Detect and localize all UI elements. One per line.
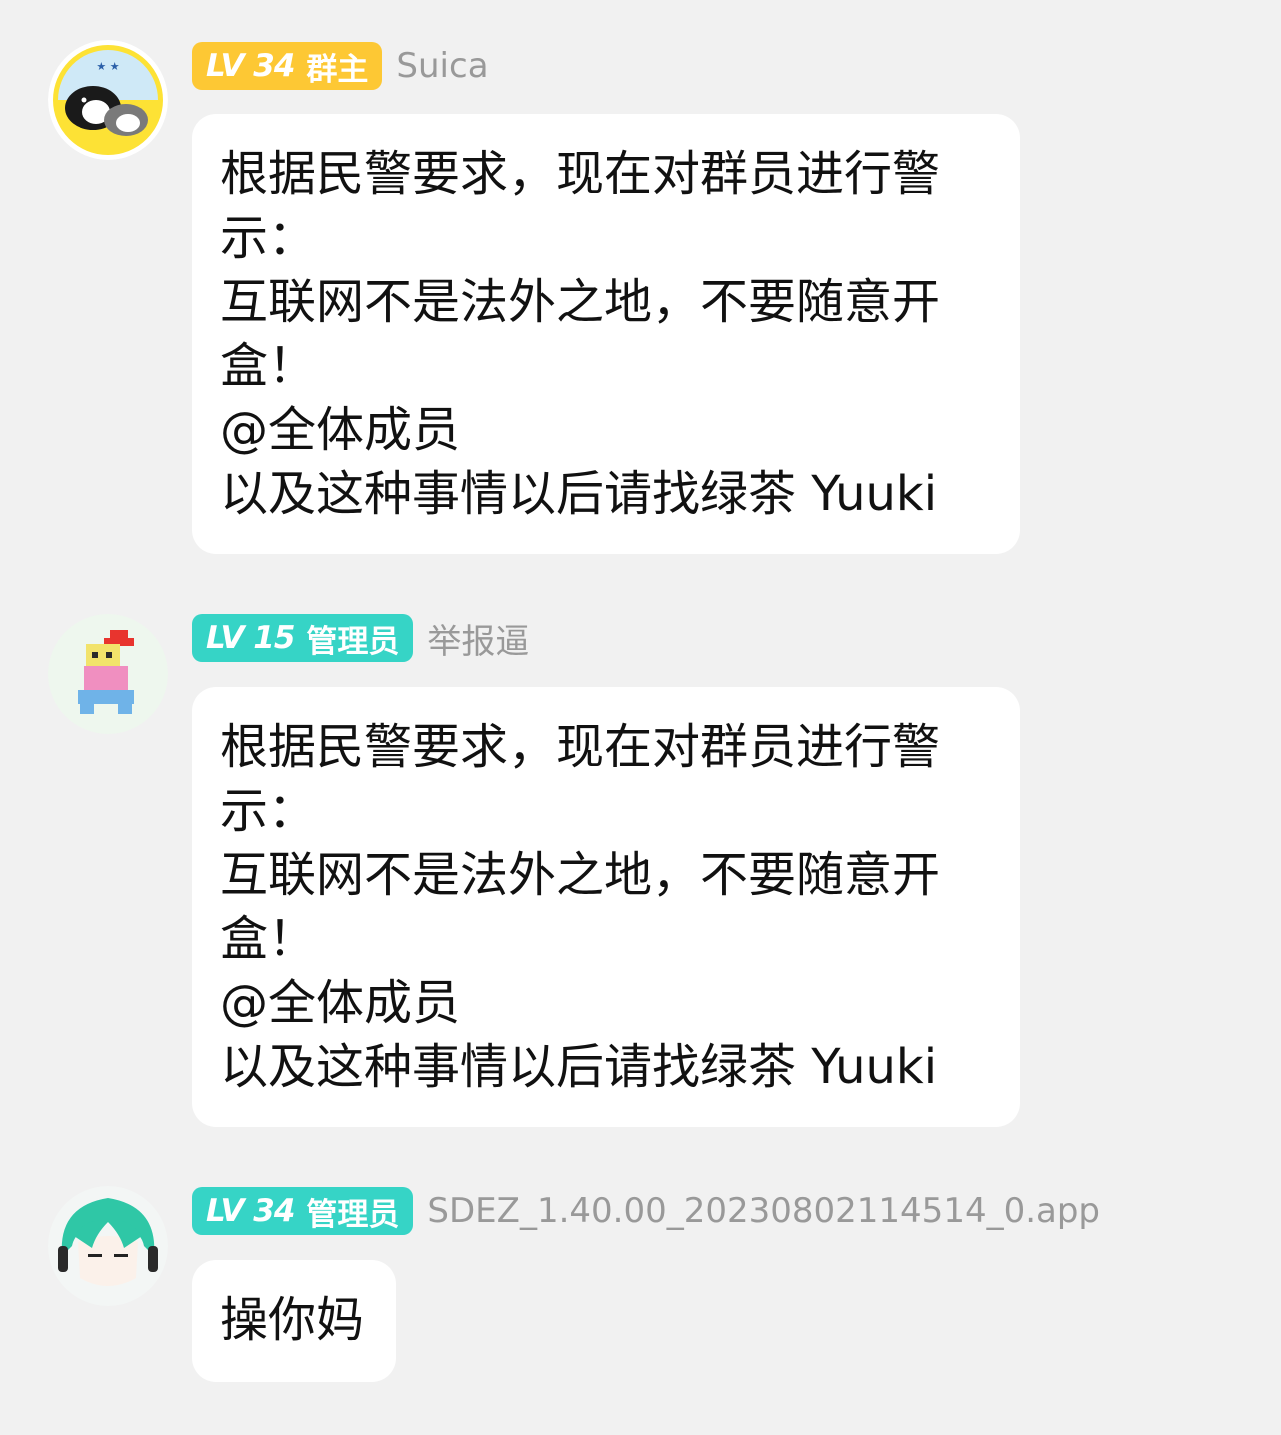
message-bubble[interactable]: 根据民警要求，现在对群员进行警 示： 互联网不是法外之地，不要随意开 盒！ @全… xyxy=(192,114,1020,554)
message-bubble[interactable]: 根据民警要求，现在对群员进行警 示： 互联网不是法外之地，不要随意开 盒！ @全… xyxy=(192,687,1020,1127)
message-line: 以及这种事情以后请找绿茶 Yuuki xyxy=(220,1039,938,1095)
level-badge: LV 34 管理员 xyxy=(192,1187,414,1235)
sender-name[interactable]: Suica xyxy=(396,46,488,86)
level-text: LV 15 xyxy=(206,620,295,656)
message-line: @全体成员 xyxy=(220,975,461,1031)
role-text: 群主 xyxy=(306,51,369,88)
sender-name[interactable]: SDEZ_1.40.00_20230802114514_0.app xyxy=(427,1191,1100,1231)
level-text: LV 34 xyxy=(206,48,295,84)
penguin-avatar-icon[interactable]: ★ ★ xyxy=(48,40,168,160)
green-hair-anime-avatar-icon[interactable] xyxy=(48,1186,168,1306)
message-line: 以及这种事情以后请找绿茶 Yuuki xyxy=(220,466,938,522)
message-line: @全体成员 xyxy=(220,402,461,458)
message-line: 互联网不是法外之地，不要随意开 xyxy=(220,274,941,330)
level-badge: LV 34 群主 xyxy=(192,42,383,90)
message-line: 盒！ xyxy=(220,338,317,394)
role-text: 管理员 xyxy=(306,623,400,660)
svg-text:★ ★: ★ ★ xyxy=(96,60,119,73)
level-badge: LV 15 管理员 xyxy=(192,614,414,662)
pixel-character-avatar-icon[interactable] xyxy=(48,614,168,734)
message-line: 示： xyxy=(220,210,317,266)
message-line: 操你妈 xyxy=(220,1292,365,1348)
message-line: 根据民警要求，现在对群员进行警 xyxy=(220,146,941,202)
message-line: 互联网不是法外之地，不要随意开 xyxy=(220,847,941,903)
message-line: 根据民警要求，现在对群员进行警 xyxy=(220,719,941,775)
message-line: 盒！ xyxy=(220,911,317,967)
role-text: 管理员 xyxy=(306,1196,400,1233)
sender-name[interactable]: 举报逼 xyxy=(427,614,529,663)
message-line: 示： xyxy=(220,783,317,839)
message-bubble[interactable]: 操你妈 xyxy=(192,1260,396,1382)
level-text: LV 34 xyxy=(206,1193,295,1229)
